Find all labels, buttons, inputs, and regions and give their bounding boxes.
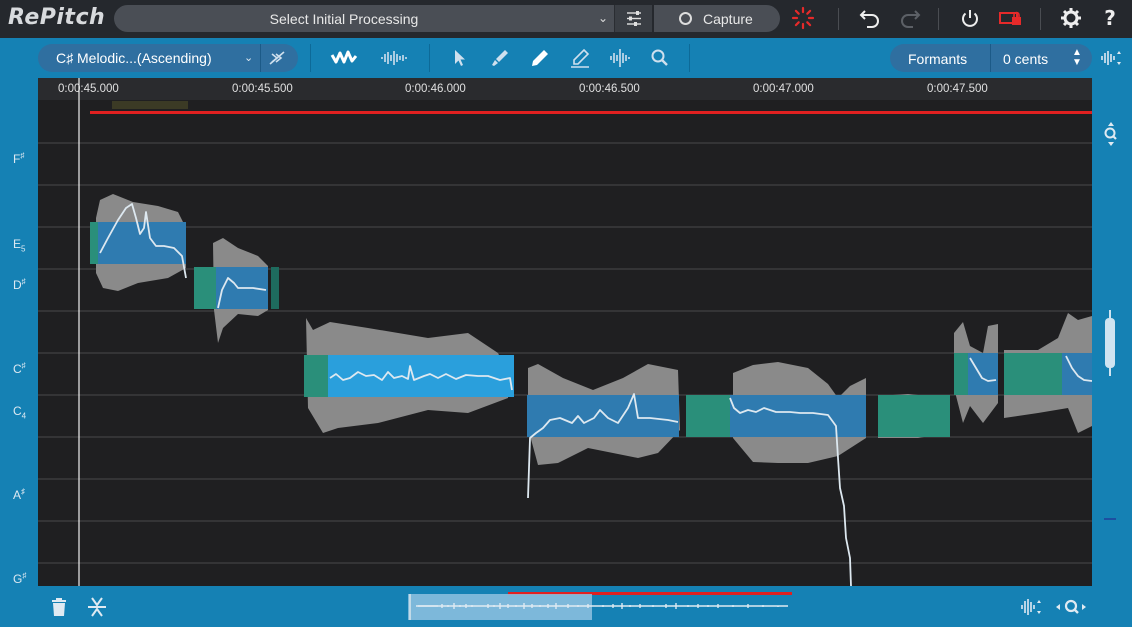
vertical-position-marker (1104, 518, 1116, 520)
horizontal-zoom-icon[interactable] (1054, 596, 1088, 618)
pitch-canvas[interactable] (38, 78, 1092, 586)
processing-spinner-icon (791, 6, 815, 30)
pitch-editor[interactable]: 0:00:45.000 0:00:45.500 0:00:46.000 0:00… (38, 78, 1092, 586)
formants-button[interactable]: Formants (908, 51, 967, 67)
undo-icon[interactable] (858, 6, 882, 30)
toolbar-divider (310, 44, 311, 72)
capture-record-icon (679, 12, 692, 25)
cents-stepper-icon[interactable]: ▲ ▼ (1072, 48, 1082, 68)
vertical-zoom-icon[interactable] (1102, 121, 1120, 147)
processing-settings-button[interactable] (614, 5, 652, 32)
capture-label: Capture (703, 11, 753, 27)
settings-sliders-icon (627, 11, 641, 26)
zoom-tool-icon[interactable] (648, 47, 672, 69)
pitch-gridlines (38, 142, 1092, 564)
pitch-label-f-sharp: F♯ (13, 151, 25, 166)
split-tool-icon[interactable] (608, 47, 632, 69)
pitch-brush-tool-icon[interactable] (488, 47, 512, 69)
pointer-tool-icon[interactable] (448, 47, 472, 69)
initial-processing-select[interactable]: Select Initial Processing ⌄ (114, 5, 614, 32)
scale-select[interactable]: C♯ Melodic...(Ascending) ⌄ (38, 44, 298, 72)
pitch-label-c-sharp: C♯ (13, 361, 26, 376)
battery-lock-icon[interactable] (998, 6, 1024, 30)
formants-control: Formants 0 cents ▲ ▼ (890, 44, 1092, 72)
help-icon[interactable]: ? (1098, 6, 1122, 30)
trash-icon[interactable] (48, 596, 70, 618)
waveform-view-icon[interactable] (380, 47, 408, 69)
line-tool-icon[interactable] (568, 47, 592, 69)
bypass-icon[interactable] (268, 50, 286, 66)
pitch-label-e5: E5 (13, 237, 26, 254)
top-divider (838, 8, 839, 30)
capture-button[interactable]: Capture (654, 5, 780, 32)
gear-icon[interactable] (1059, 6, 1083, 30)
pitch-curve-view-icon[interactable] (330, 47, 358, 69)
toolbar-divider (429, 44, 430, 72)
playback-range[interactable] (90, 111, 1092, 114)
waveform-height-icon[interactable] (1100, 48, 1124, 68)
pitch-label-a-sharp: A♯ (13, 487, 26, 502)
pitch-label-c4: C4 (13, 404, 27, 421)
svg-text:?: ? (1104, 6, 1116, 30)
toolbar-divider (689, 44, 690, 72)
chevron-down-icon: ⌄ (597, 11, 608, 25)
snap-to-pitch-icon[interactable] (86, 596, 108, 618)
vertical-scrollbar-thumb[interactable] (1105, 318, 1115, 368)
overview-waveform[interactable] (408, 592, 838, 620)
cents-value[interactable]: 0 cents (1003, 51, 1048, 67)
pill-divider (260, 44, 261, 72)
initial-processing-label: Select Initial Processing (269, 11, 419, 27)
top-divider (938, 8, 939, 30)
vertical-scroll-track (1109, 310, 1111, 318)
top-bar: RePitch Select Initial Processing ⌄ Capt… (0, 0, 1132, 38)
app-logo: RePitch (8, 5, 106, 30)
redo-icon[interactable] (898, 6, 922, 30)
pitch-label-g-sharp: G♯ (13, 571, 27, 586)
top-divider (1040, 8, 1041, 30)
vertical-scroll-track (1109, 368, 1111, 376)
pitch-label-d-sharp: D♯ (13, 277, 26, 292)
waveform-zoom-icon[interactable] (1020, 596, 1044, 618)
pencil-tool-icon[interactable] (528, 47, 552, 69)
ruler-marker (112, 101, 188, 109)
power-icon[interactable] (958, 6, 982, 30)
scale-label: C♯ Melodic...(Ascending) (56, 50, 212, 66)
chevron-down-icon: ⌄ (244, 52, 254, 64)
pill-divider (990, 44, 991, 72)
